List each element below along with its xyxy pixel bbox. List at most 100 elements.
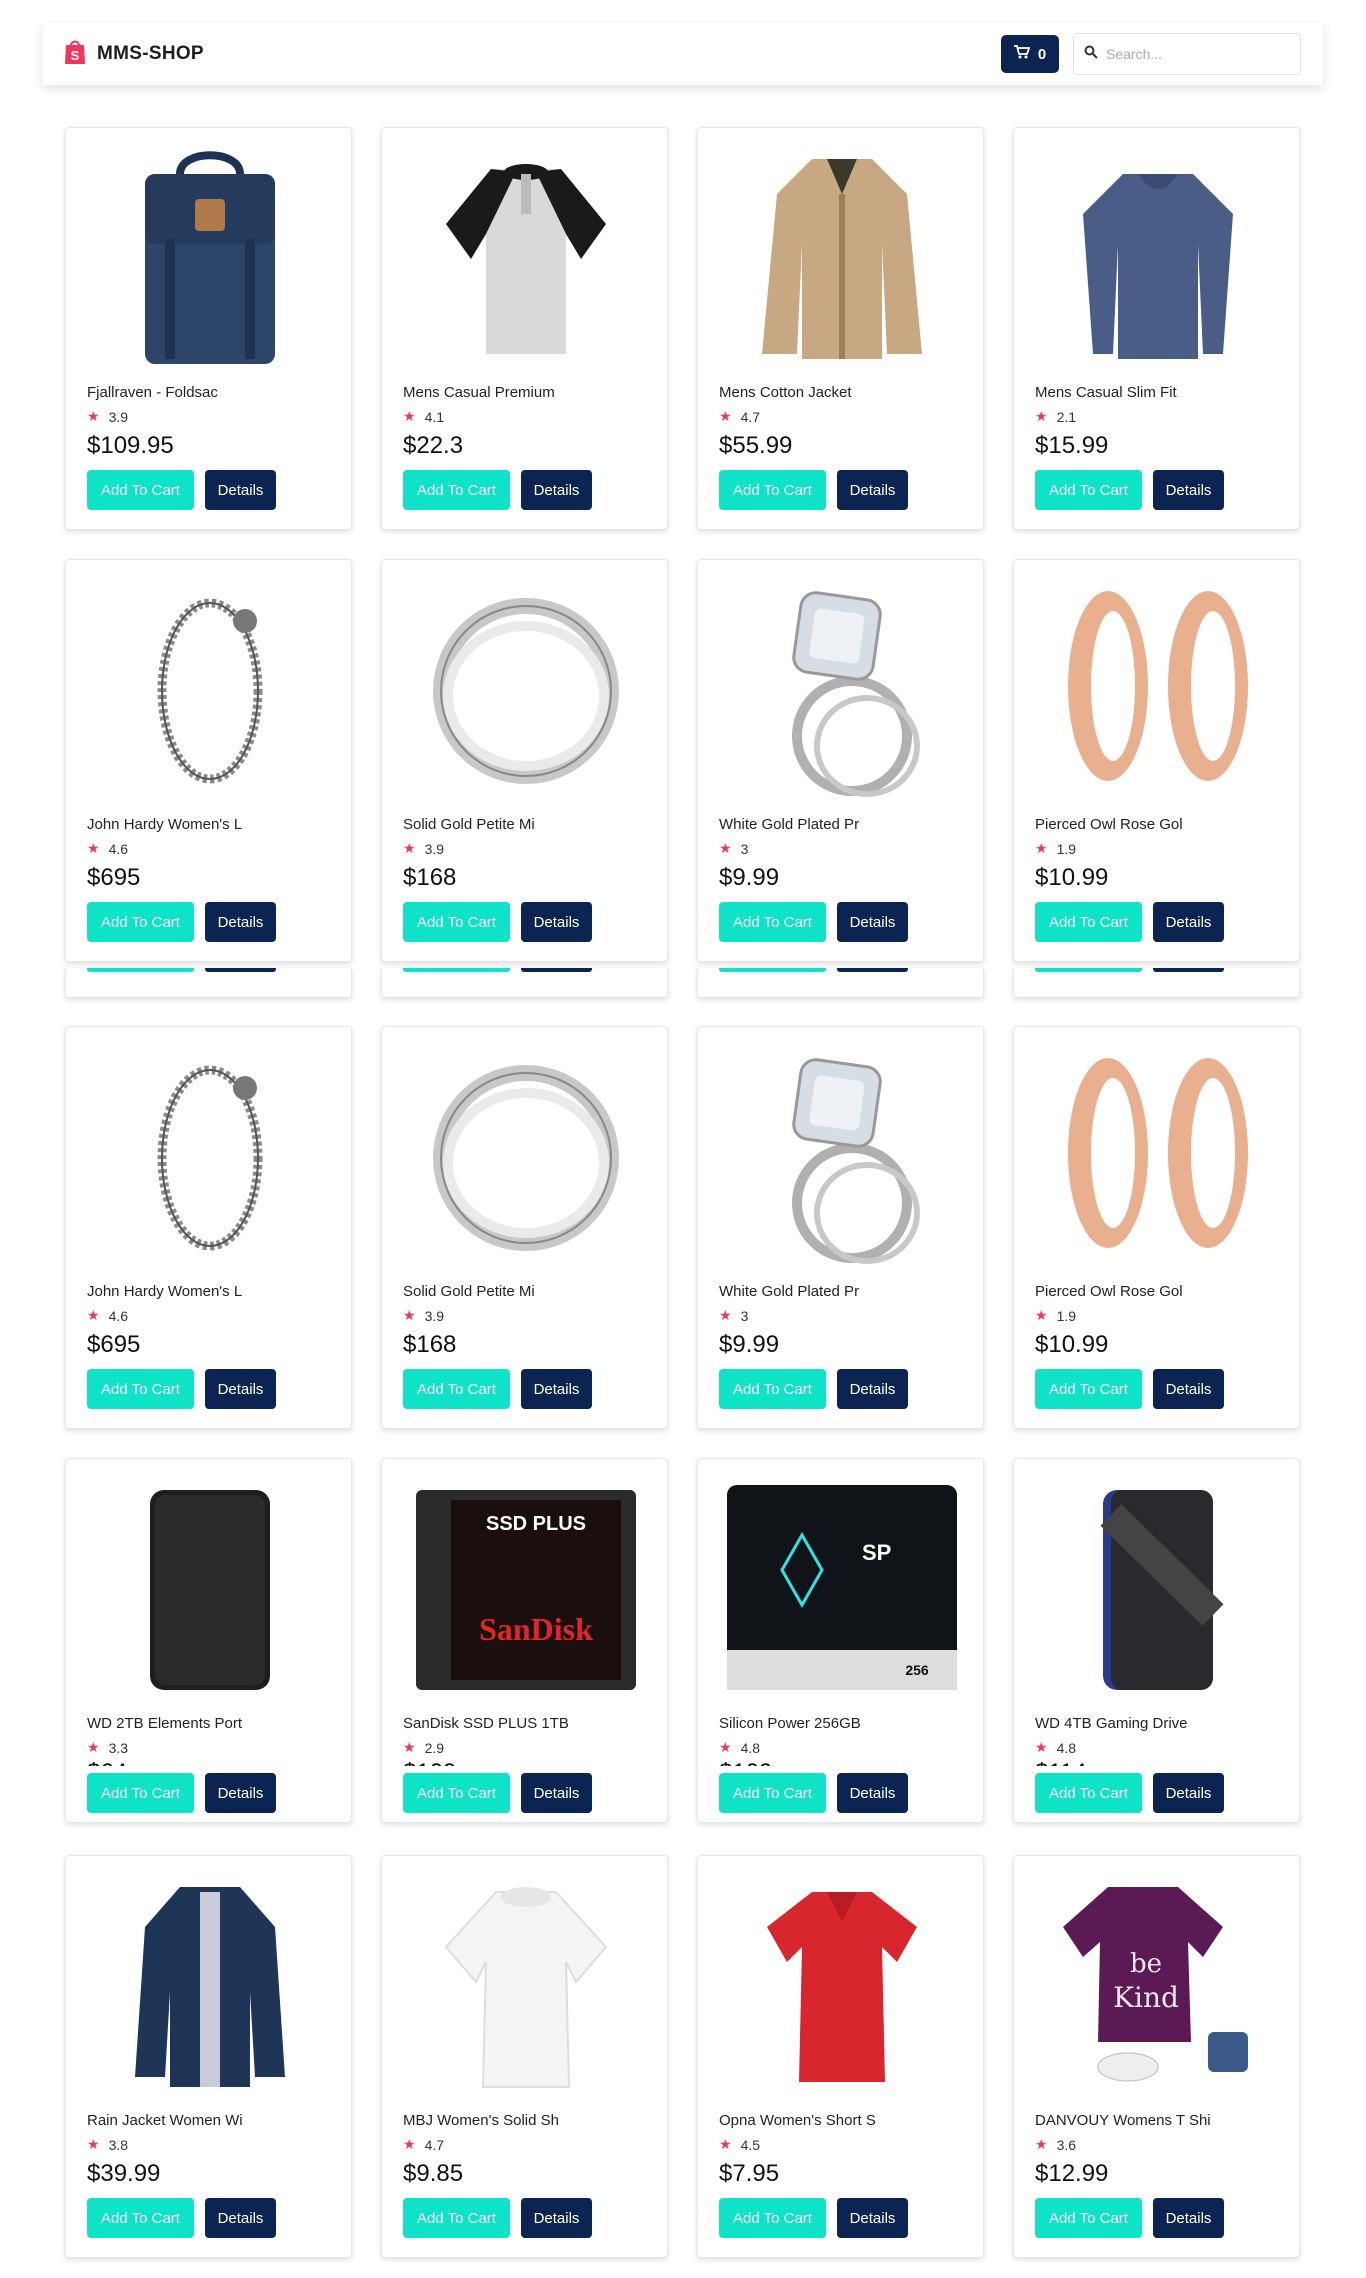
product-title: Mens Casual Premium [403, 384, 555, 401]
product-card: SSD PLUS SanDisk SanDisk SSD PLUS 1TB ★ … [381, 1458, 668, 1823]
details-button[interactable]: Details [1153, 470, 1224, 510]
details-button[interactable]: Details [205, 2198, 276, 2238]
add-to-cart-button[interactable]: Add To Cart [719, 2198, 826, 2238]
star-icon: ★ [87, 408, 100, 424]
svg-text:S: S [71, 48, 80, 63]
details-button[interactable]: Details [1153, 1773, 1224, 1813]
product-rating: ★ 3.6 [1035, 2136, 1076, 2153]
product-rating: ★ 3 [719, 840, 748, 857]
product-rating: ★ 4.5 [719, 2136, 760, 2153]
cart-button[interactable]: 0 [1001, 35, 1059, 73]
product-image[interactable] [1034, 575, 1281, 807]
details-button[interactable]: Details [205, 470, 276, 510]
product-image[interactable] [718, 575, 965, 807]
product-image[interactable] [86, 1474, 333, 1706]
product-card: White Gold Plated Pr ★ 3 $9.99 Add To Ca… [697, 1026, 984, 1429]
product-image[interactable] [86, 1871, 333, 2103]
product-image[interactable] [86, 575, 333, 807]
rose-gold-tunnels-icon [1058, 1043, 1258, 1273]
add-to-cart-button[interactable]: Add To Cart [1035, 1773, 1142, 1813]
add-to-cart-button[interactable]: Add To Cart [719, 1773, 826, 1813]
product-rating: ★ 4.8 [719, 1739, 760, 1756]
details-button[interactable]: Details [205, 902, 276, 942]
details-button[interactable]: Details [1153, 902, 1224, 942]
details-button[interactable]: Details [837, 470, 908, 510]
add-to-cart-button[interactable]: Add To Cart [87, 902, 194, 942]
details-button[interactable]: Details [521, 902, 592, 942]
product-price: $168 [403, 1331, 457, 1358]
raglan-tshirt-icon [441, 144, 611, 374]
product-image[interactable] [402, 1871, 649, 2103]
details-button[interactable]: Details [837, 902, 908, 942]
product-card: Pierced Owl Rose Gol ★ 1.9 $10.99 Add To… [1013, 1026, 1300, 1429]
add-to-cart-button[interactable]: Add To Cart [1035, 1369, 1142, 1409]
details-button[interactable]: Details [521, 1369, 592, 1409]
sandisk-ssd-icon: SSD PLUS SanDisk [411, 1475, 641, 1705]
rating-value: 4.6 [108, 1307, 129, 1324]
product-image[interactable]: SSD PLUS SanDisk [402, 1474, 649, 1706]
product-price: $9.85 [403, 2160, 464, 2187]
product-rating: ★ 4.7 [403, 2136, 444, 2153]
product-price: $55.99 [719, 432, 793, 459]
product-image[interactable] [718, 1871, 965, 2103]
details-button[interactable]: Details [205, 1369, 276, 1409]
product-image[interactable] [1034, 1042, 1281, 1274]
details-button[interactable]: Details [837, 2198, 908, 2238]
product-card: SP 256 Silicon Power 256GB ★ 4.8 $109 Ad… [697, 1458, 984, 1823]
product-image[interactable]: SP 256 [718, 1474, 965, 1706]
product-title: John Hardy Women's L [87, 816, 243, 833]
sp-ssd-icon: SP 256 [722, 1475, 962, 1705]
add-to-cart-button[interactable]: Add To Cart [719, 902, 826, 942]
product-title: DANVOUY Womens T Shi [1035, 2112, 1211, 2129]
product-price: $10.99 [1035, 1331, 1109, 1358]
add-to-cart-button[interactable]: Add To Cart [87, 1369, 194, 1409]
details-button[interactable]: Details [837, 1369, 908, 1409]
product-image[interactable] [402, 143, 649, 375]
product-card: MBJ Women's Solid Sh ★ 4.7 $9.85 Add To … [381, 1855, 668, 2258]
add-to-cart-button[interactable]: Add To Cart [403, 470, 510, 510]
details-button[interactable]: Details [837, 1773, 908, 1813]
rating-value: 3.9 [424, 1307, 445, 1324]
details-button[interactable]: Details [521, 470, 592, 510]
product-image[interactable] [718, 143, 965, 375]
rose-gold-tunnels-icon [1058, 576, 1258, 806]
product-image[interactable] [1034, 143, 1281, 375]
product-image[interactable]: be Kind [1034, 1871, 1281, 2103]
details-button[interactable]: Details [521, 1773, 592, 1813]
search-input[interactable] [1106, 46, 1290, 62]
product-title: Mens Casual Slim Fit [1035, 384, 1177, 401]
product-image[interactable] [718, 1042, 965, 1274]
product-image[interactable] [402, 575, 649, 807]
add-to-cart-button[interactable]: Add To Cart [87, 1773, 194, 1813]
add-to-cart-button[interactable]: Add To Cart [403, 2198, 510, 2238]
details-button[interactable]: Details [1153, 2198, 1224, 2238]
product-card: Pierced Owl Rose Gol ★ 1.9 $10.99 Add To… [1013, 559, 1300, 962]
product-rating: ★ 4.7 [719, 408, 760, 425]
product-title: Fjallraven - Foldsac [87, 384, 218, 401]
details-button[interactable]: Details [521, 2198, 592, 2238]
product-card: Mens Casual Premium ★ 4.1 $22.3 Add To C… [381, 127, 668, 530]
product-image[interactable] [86, 1042, 333, 1274]
svg-text:Kind: Kind [1113, 1981, 1179, 2014]
star-icon: ★ [1035, 2136, 1048, 2152]
add-to-cart-button[interactable]: Add To Cart [87, 470, 194, 510]
brand-title: MMS-SHOP [97, 43, 204, 64]
add-to-cart-button[interactable]: Add To Cart [403, 902, 510, 942]
add-to-cart-button[interactable]: Add To Cart [1035, 2198, 1142, 2238]
add-to-cart-button[interactable]: Add To Cart [403, 1369, 510, 1409]
details-button[interactable]: Details [205, 1773, 276, 1813]
brand[interactable]: S MMS-SHOP [63, 38, 204, 71]
product-rating: ★ 4.6 [87, 840, 128, 857]
add-to-cart-button[interactable]: Add To Cart [87, 2198, 194, 2238]
add-to-cart-button[interactable]: Add To Cart [1035, 470, 1142, 510]
star-icon: ★ [403, 1307, 416, 1323]
add-to-cart-button[interactable]: Add To Cart [1035, 902, 1142, 942]
product-image[interactable] [402, 1042, 649, 1274]
product-image[interactable] [86, 143, 333, 375]
add-to-cart-button[interactable]: Add To Cart [403, 1773, 510, 1813]
add-to-cart-button[interactable]: Add To Cart [719, 1369, 826, 1409]
details-button[interactable]: Details [1153, 1369, 1224, 1409]
rating-value: 3 [740, 1307, 749, 1324]
product-image[interactable] [1034, 1474, 1281, 1706]
add-to-cart-button[interactable]: Add To Cart [719, 470, 826, 510]
